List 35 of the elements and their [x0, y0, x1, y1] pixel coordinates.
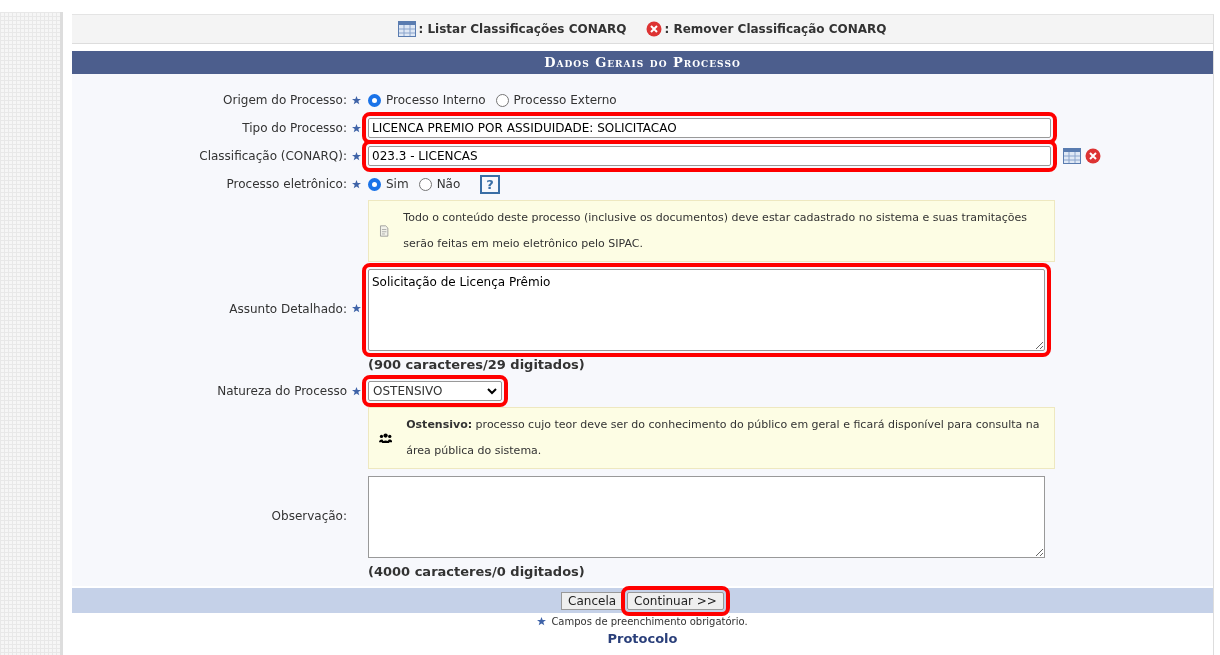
- remove-icon[interactable]: [1085, 148, 1101, 164]
- field-label: Origem do Processo:: [223, 93, 347, 107]
- protocol-link[interactable]: Protocolo: [607, 631, 678, 646]
- info-text: Todo o conteúdo deste processo (inclusive os documentos) deve estar cadastrado no sistema e suas tramitações serão feitas em meio eletrônico pelo SIPAC.: [403, 210, 1029, 252]
- text-area[interactable]: [368, 476, 1045, 558]
- help-button[interactable]: ?: [480, 174, 500, 194]
- footnote: Campos de preenchimento obrigatório.: [551, 616, 748, 627]
- radio-button[interactable]: [368, 177, 381, 191]
- radio-button[interactable]: [418, 177, 432, 191]
- table-icon[interactable]: [1063, 148, 1081, 164]
- chevron-icon: [487, 387, 497, 395]
- radio-button[interactable]: [368, 93, 381, 107]
- field-label: Natureza do Processo: [217, 384, 347, 398]
- required-star-icon: [537, 617, 547, 626]
- table-icon: [398, 21, 417, 37]
- section-header: Dados Gerais do Processo: [72, 51, 1213, 74]
- field-label: Observação:: [271, 508, 347, 523]
- character-counter: (4000 caracteres/0 digitados): [368, 564, 585, 579]
- remove-icon: [646, 21, 663, 37]
- legend-label: : Remover Classificação CONARQ: [664, 22, 887, 36]
- document-icon: [379, 223, 390, 239]
- radio-label: Processo Externo: [513, 93, 617, 107]
- field-label: Tipo do Processo:: [242, 121, 347, 135]
- radio-label: Não: [436, 177, 461, 191]
- people-icon: [379, 431, 393, 445]
- field-label: Processo eletrônico:: [226, 177, 347, 191]
- info-text: Ostensivo: processo cujo teor deve ser do conhecimento do público em geral e ficará disponível para consulta na área pública do sistema.: [406, 417, 1041, 459]
- legend-label: : Listar Classificações CONARQ: [418, 22, 627, 36]
- radio-button[interactable]: [495, 93, 509, 107]
- character-counter: (900 caracteres/29 digitados): [368, 357, 585, 372]
- form-button[interactable]: Cancela: [561, 591, 624, 610]
- field-label: Assunto Detalhado:: [229, 301, 347, 316]
- radio-label: Sim: [386, 177, 409, 191]
- radio-label: Processo Interno: [386, 93, 486, 107]
- field-label: Classificação (CONARQ):: [199, 149, 347, 163]
